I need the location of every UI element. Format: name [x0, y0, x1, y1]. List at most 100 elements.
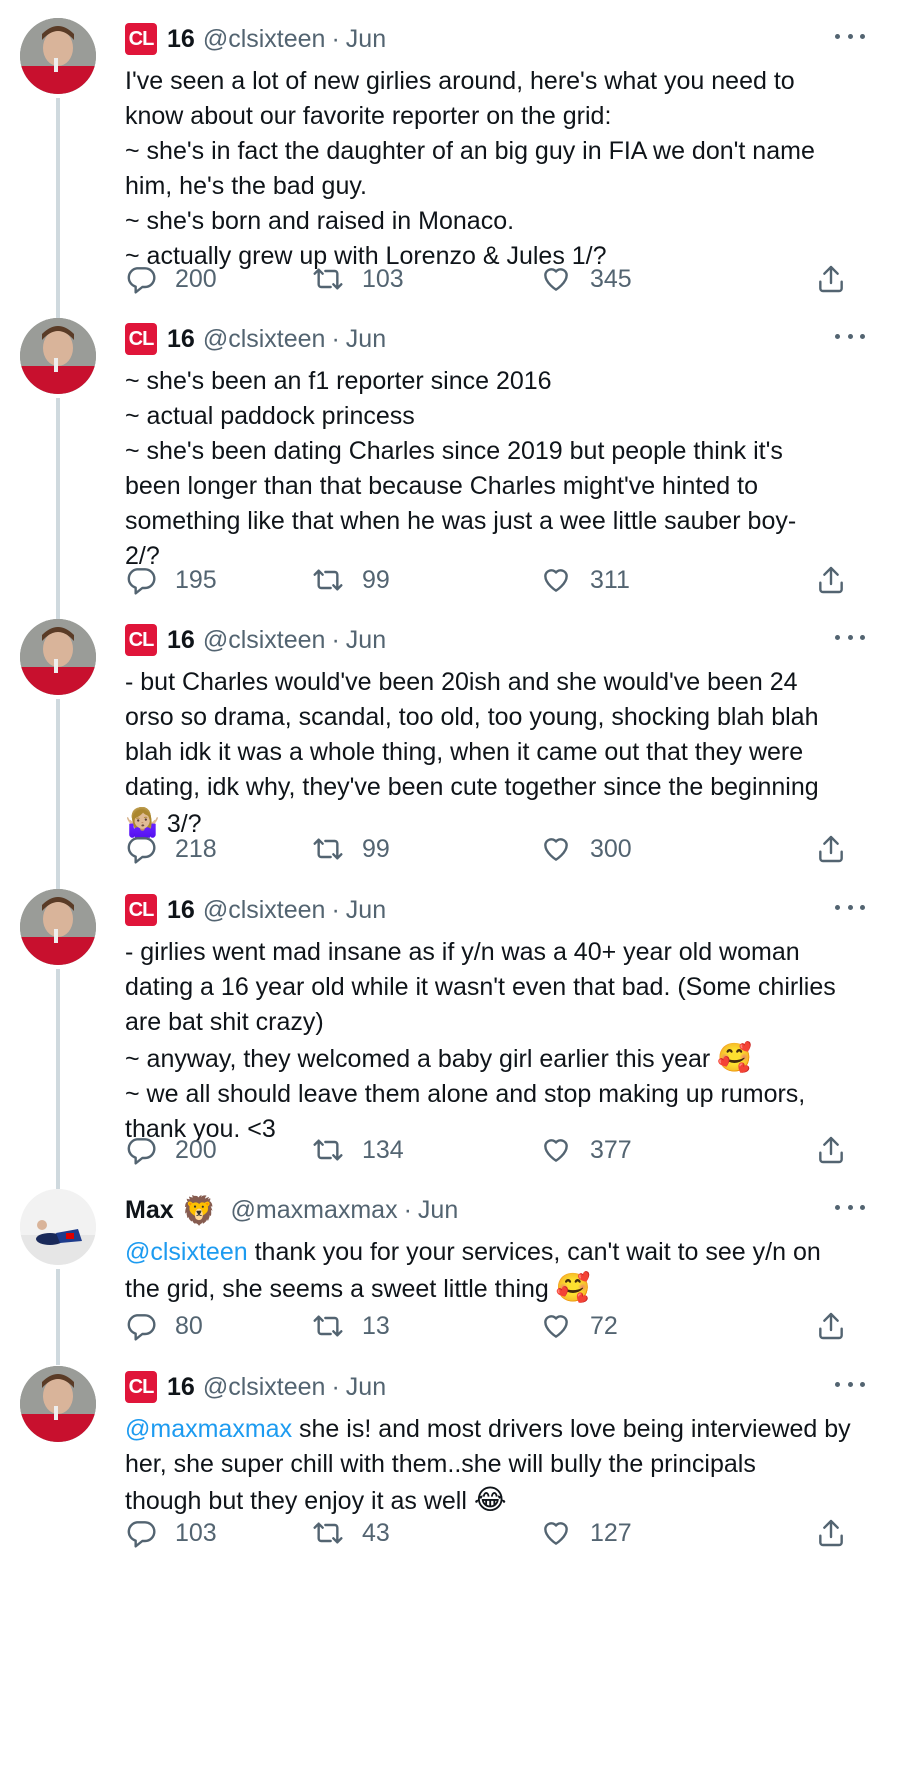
- share-button[interactable]: [815, 1134, 865, 1166]
- separator: ·: [331, 895, 340, 924]
- more-options-icon[interactable]: [835, 1195, 865, 1219]
- like-button[interactable]: 311: [540, 564, 630, 596]
- retweet-button[interactable]: 99: [312, 564, 390, 596]
- tweet-date[interactable]: Jun: [346, 325, 386, 354]
- retweet-icon: [312, 564, 362, 596]
- more-options-icon[interactable]: [835, 625, 865, 649]
- tears-of-joy-emoji: 😂: [473, 1484, 507, 1515]
- tweet-date[interactable]: Jun: [346, 896, 386, 925]
- retweet-button[interactable]: 99: [312, 833, 390, 865]
- tweet-date[interactable]: Jun: [346, 626, 386, 655]
- tweet-date[interactable]: Jun: [346, 1373, 386, 1402]
- more-options-icon[interactable]: [835, 1372, 865, 1396]
- display-name[interactable]: Max: [125, 1196, 174, 1225]
- tweet-text: @clsixteen thank you for your services, …: [125, 1235, 877, 1307]
- like-button[interactable]: 127: [540, 1517, 632, 1549]
- reply-button[interactable]: 103: [125, 1517, 217, 1549]
- tweet-date[interactable]: Jun: [346, 25, 386, 54]
- avatar[interactable]: [20, 318, 96, 394]
- retweet-button[interactable]: 43: [312, 1517, 390, 1549]
- tweet[interactable]: CL 16 @clsixteen · Jun - girlies went ma…: [0, 889, 897, 1191]
- thread-line: [56, 699, 60, 889]
- share-icon: [815, 1517, 865, 1549]
- share-button[interactable]: [815, 833, 865, 865]
- handle[interactable]: @clsixteen: [203, 626, 326, 655]
- tweet-header: CL 16 @clsixteen · Jun: [125, 1370, 386, 1404]
- like-count: 345: [590, 264, 632, 293]
- mention-link[interactable]: @clsixteen: [125, 1238, 248, 1266]
- cl-badge-icon: CL: [125, 1371, 157, 1403]
- reply-icon: [125, 1134, 175, 1166]
- reply-button[interactable]: 200: [125, 263, 217, 295]
- like-count: 377: [590, 1135, 632, 1164]
- tweet[interactable]: Max 🦁 @maxmaxmax · Jun @clsixteen thank …: [0, 1189, 897, 1365]
- retweet-count: 43: [362, 1518, 390, 1547]
- handle[interactable]: @clsixteen: [203, 896, 326, 925]
- heart-icon: [540, 263, 590, 295]
- share-button[interactable]: [815, 263, 865, 295]
- thread-line: [56, 398, 60, 623]
- share-button[interactable]: [815, 564, 865, 596]
- cl-badge-icon: CL: [125, 23, 157, 55]
- reply-button[interactable]: 218: [125, 833, 217, 865]
- avatar[interactable]: [20, 889, 96, 965]
- reply-icon: [125, 833, 175, 865]
- like-button[interactable]: 72: [540, 1310, 618, 1342]
- tweet-text-main: - but Charles would've been 20ish and sh…: [125, 668, 819, 801]
- display-name[interactable]: 16: [167, 896, 195, 925]
- avatar[interactable]: [20, 18, 96, 94]
- reply-icon: [125, 263, 175, 295]
- tweet-text: @maxmaxmax she is! and most drivers love…: [125, 1412, 877, 1519]
- share-icon: [815, 1310, 865, 1342]
- share-icon: [815, 833, 865, 865]
- retweet-button[interactable]: 13: [312, 1310, 390, 1342]
- smiling-hearts-emoji: 🥰: [555, 1272, 591, 1303]
- handle[interactable]: @clsixteen: [203, 1373, 326, 1402]
- reply-count: 195: [175, 565, 217, 594]
- tweet-date[interactable]: Jun: [418, 1196, 458, 1225]
- display-name[interactable]: 16: [167, 1373, 195, 1402]
- reply-icon: [125, 1310, 175, 1342]
- tweet-actions: 103 43 127: [125, 1517, 877, 1553]
- retweet-button[interactable]: 103: [312, 263, 404, 295]
- more-options-icon[interactable]: [835, 324, 865, 348]
- display-name[interactable]: 16: [167, 325, 195, 354]
- reply-button[interactable]: 200: [125, 1134, 217, 1166]
- tweet-header: CL 16 @clsixteen · Jun: [125, 623, 386, 657]
- retweet-icon: [312, 1517, 362, 1549]
- avatar[interactable]: [20, 619, 96, 695]
- tweet-actions: 200 103 345: [125, 263, 877, 299]
- display-name[interactable]: 16: [167, 626, 195, 655]
- reply-count: 80: [175, 1311, 203, 1340]
- tweet-header: Max 🦁 @maxmaxmax · Jun: [125, 1193, 458, 1227]
- handle[interactable]: @maxmaxmax: [231, 1196, 398, 1225]
- tweet[interactable]: CL 16 @clsixteen · Jun - but Charles wou…: [0, 619, 897, 889]
- share-icon: [815, 1134, 865, 1166]
- tweet-actions: 218 99 300: [125, 833, 877, 869]
- share-button[interactable]: [815, 1310, 865, 1342]
- like-button[interactable]: 300: [540, 833, 632, 865]
- tweet[interactable]: CL 16 @clsixteen · Jun ~ she's been an f…: [0, 318, 897, 623]
- tweet[interactable]: CL 16 @clsixteen · Jun @maxmaxmax she is…: [0, 1366, 897, 1596]
- tweet-actions: 80 13 72: [125, 1310, 877, 1346]
- reply-button[interactable]: 195: [125, 564, 217, 596]
- mention-link[interactable]: @maxmaxmax: [125, 1415, 292, 1443]
- heart-icon: [540, 1134, 590, 1166]
- retweet-icon: [312, 1134, 362, 1166]
- reply-button[interactable]: 80: [125, 1310, 203, 1342]
- like-button[interactable]: 345: [540, 263, 632, 295]
- handle[interactable]: @clsixteen: [203, 325, 326, 354]
- tweet-header: CL 16 @clsixteen · Jun: [125, 322, 386, 356]
- avatar[interactable]: [20, 1189, 96, 1265]
- separator: ·: [331, 1372, 340, 1401]
- tweet[interactable]: CL 16 @clsixteen · Jun I've seen a lot o…: [0, 18, 897, 328]
- share-button[interactable]: [815, 1517, 865, 1549]
- avatar[interactable]: [20, 1366, 96, 1442]
- display-name[interactable]: 16: [167, 25, 195, 54]
- handle[interactable]: @clsixteen: [203, 25, 326, 54]
- retweet-button[interactable]: 134: [312, 1134, 404, 1166]
- more-options-icon[interactable]: [835, 24, 865, 48]
- more-options-icon[interactable]: [835, 895, 865, 919]
- reply-icon: [125, 564, 175, 596]
- like-button[interactable]: 377: [540, 1134, 632, 1166]
